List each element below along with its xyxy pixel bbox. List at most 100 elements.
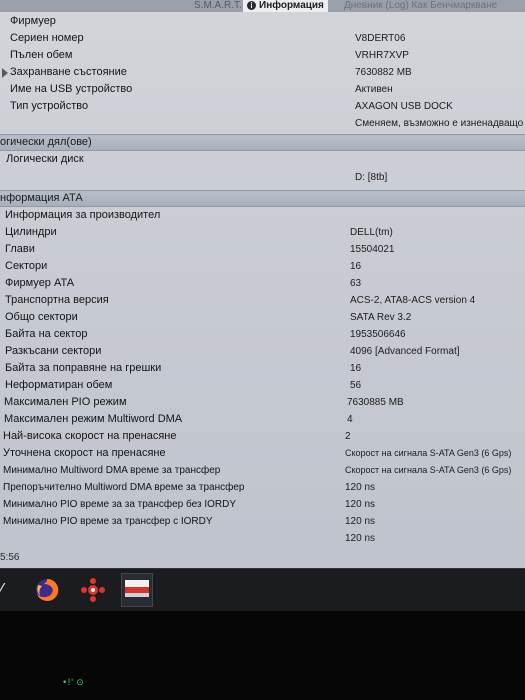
property-label: Транспортна версия [5, 294, 109, 306]
property-row[interactable]: Байта на сектор 1953506646 [0, 326, 525, 343]
property-row[interactable]: Транспортна версия ACS-2, ATA8-ACS versi… [0, 292, 525, 309]
property-row[interactable]: Захранване състояние 7630882 MB [0, 64, 525, 81]
tab-information[interactable]: i Информация [243, 0, 328, 12]
section-title: огически дял(ове) [0, 136, 92, 148]
property-label: Байта на сектор [5, 328, 88, 340]
tab-information-label: Информация [259, 0, 324, 11]
property-row[interactable]: Сериен номер V8DERT06 [0, 30, 525, 47]
property-value: 1953506646 [350, 329, 406, 340]
property-value: Скорост на сигнала S-ATA Gen3 (6 Gps) [345, 465, 512, 475]
property-row[interactable]: Минимално Multiword DMA време за трансфе… [0, 462, 525, 479]
expand-arrow-icon[interactable] [2, 68, 8, 78]
property-label: Неформатиран обем [5, 379, 113, 391]
property-row[interactable]: Тип устройство AXAGON USB DOCK [0, 98, 525, 115]
property-row[interactable]: D: [8tb] [0, 169, 525, 186]
property-value: 7630882 MB [355, 67, 412, 78]
property-value: DELL(tm) [350, 227, 393, 238]
property-value: 120 ns [345, 499, 376, 510]
property-row[interactable]: Минимално PIO време за за трансфер без I… [0, 496, 525, 513]
property-row[interactable]: Глави 15504021 [0, 241, 525, 258]
app-icon[interactable] [78, 575, 108, 605]
property-value: 56 [350, 380, 362, 391]
property-row[interactable]: Най-висока скорост на пренасяне 2 [0, 428, 525, 445]
property-label: Цилиндри [5, 226, 57, 238]
property-label: Максимален PIO режим [4, 396, 127, 408]
property-value: 15504021 [350, 244, 395, 255]
property-label: Логически диск [6, 153, 84, 165]
section-title: нформация АТА [0, 192, 83, 204]
property-label: Сектори [5, 260, 48, 272]
property-value: AXAGON USB DOCK [355, 101, 453, 112]
property-value: 4 [347, 414, 353, 425]
property-label: Фирмуер [10, 15, 56, 27]
property-row[interactable]: Минимално PIO време за трансфер с IORDY … [0, 513, 525, 530]
status-led-icon: •!' ⊙ [62, 678, 84, 688]
property-value: 4096 [Advanced Format] [350, 346, 460, 357]
property-row[interactable]: Максимален PIO режим 7630885 MB [0, 394, 525, 411]
property-label: Уточнена скорост на пренасяне [3, 447, 166, 459]
property-row[interactable]: Байта за поправяне на грешки 16 [0, 360, 525, 377]
start-button[interactable]: ⁄ [0, 575, 14, 605]
property-value: Скорост на сигнала S-ATA Gen3 (6 Gps) [345, 448, 512, 458]
property-label: Байта за поправяне на грешки [5, 362, 162, 374]
property-value: 2 [345, 431, 351, 442]
clock-text: 5:56 [0, 552, 20, 563]
property-row[interactable]: Максимален режим Multiword DMA 4 [0, 411, 525, 428]
property-label: Общо сектори [5, 311, 78, 323]
property-value: 16 [350, 363, 362, 374]
tab-log-benchmark[interactable]: Дневник (Log) Как Бенчмаркване [340, 0, 501, 12]
property-label: Максимален режим Multiword DMA [4, 413, 183, 425]
property-label: Сериен номер [10, 32, 84, 44]
property-row[interactable]: 120 ns [0, 530, 525, 547]
property-row[interactable]: Цилиндри DELL(tm) [0, 224, 525, 241]
property-value: ACS-2, ATA8-ACS version 4 [350, 295, 476, 306]
property-row[interactable]: Общо сектори SATA Rev 3.2 [0, 309, 525, 326]
property-label: Препоръчително Multiword DMA време за тр… [3, 482, 245, 493]
property-value: VRHR7XVP [355, 50, 409, 61]
property-label: Разкъсани сектори [5, 345, 102, 357]
property-label: Минимално PIO време за трансфер с IORDY [3, 516, 213, 527]
property-label: Глави [5, 243, 35, 255]
section-header-logical[interactable]: огически дял(ове) [0, 134, 525, 151]
property-row[interactable]: Информация за производител [0, 207, 525, 224]
property-value: Активен [355, 84, 393, 95]
property-label: Пълен обем [10, 49, 73, 61]
property-value: V8DERT06 [355, 33, 406, 44]
taskbar: ⁄ [0, 568, 525, 611]
property-value: SATA Rev 3.2 [350, 312, 412, 323]
tab-smart[interactable]: S.M.A.R.T. [190, 0, 246, 12]
property-label: Име на USB устройство [10, 83, 133, 95]
property-row[interactable]: Сектори 16 [0, 258, 525, 275]
property-label: Минимално PIO време за за трансфер без I… [3, 499, 237, 510]
info-icon: i [247, 0, 256, 10]
property-value: Сменяем, възможно е изненадващо п [355, 118, 525, 129]
property-label: Информация за производител [5, 209, 161, 221]
property-label: Тип устройство [10, 100, 89, 112]
property-row[interactable]: Фирмуер [0, 13, 525, 30]
property-label: Най-висока скорост на пренасяне [3, 430, 177, 442]
property-row[interactable]: Сменяем, възможно е изненадващо п [0, 115, 525, 132]
property-row[interactable]: Име на USB устройство Активен [0, 81, 525, 98]
property-value: 63 [350, 278, 362, 289]
property-row[interactable]: Препоръчително Multiword DMA време за тр… [0, 479, 525, 496]
property-label: Захранване състояние [10, 66, 127, 78]
app-window: S.M.A.R.T. i Информация Дневник (Log) Как… [0, 0, 525, 575]
property-row[interactable]: Фирмуер АТА 63 [0, 275, 525, 292]
property-value: D: [8tb] [355, 172, 388, 183]
property-label: Фирмуер АТА [5, 277, 75, 289]
tab-bar: S.M.A.R.T. i Информация Дневник (Log) Как… [0, 0, 525, 12]
section-header-ata[interactable]: нформация АТА [0, 190, 525, 207]
property-row[interactable]: Уточнена скорост на пренасяне Скорост на… [0, 445, 525, 462]
property-value: 16 [350, 261, 362, 272]
property-row[interactable]: Разкъсани сектори 4096 [Advanced Format] [0, 343, 525, 360]
firefox-icon[interactable] [32, 575, 62, 605]
property-value: 120 ns [345, 516, 376, 527]
property-label: Минимално Multiword DMA време за трансфе… [3, 465, 221, 476]
property-value: 7630885 MB [347, 397, 404, 408]
property-row[interactable]: Пълен обем VRHR7XVP [0, 47, 525, 64]
property-value: 120 ns [345, 533, 376, 544]
property-row[interactable]: Неформатиран обем 56 [0, 377, 525, 394]
property-value: 120 ns [345, 482, 376, 493]
window-thumbnail[interactable] [121, 573, 153, 607]
property-row[interactable]: Логически диск [0, 151, 525, 168]
